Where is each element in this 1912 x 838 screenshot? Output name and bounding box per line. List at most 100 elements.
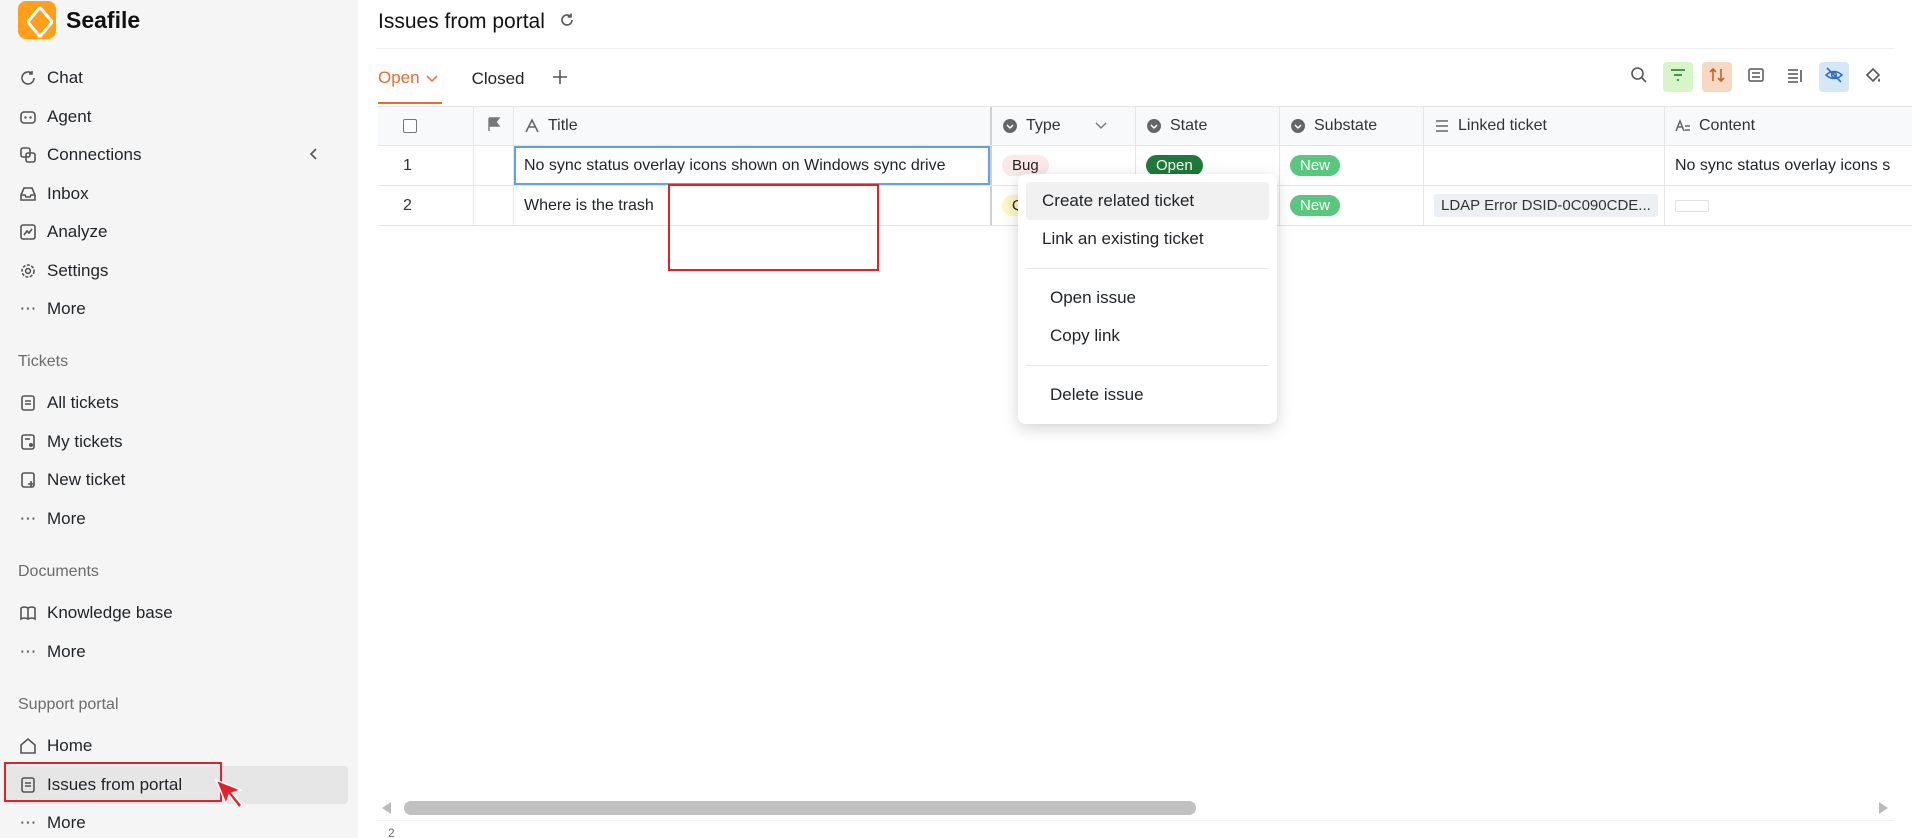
- sidebar-item-more[interactable]: ⋯ More: [18, 290, 348, 328]
- scroll-right-icon[interactable]: [1879, 802, 1888, 814]
- brand-name: Seafile: [66, 6, 141, 33]
- column-header-content[interactable]: Content: [1665, 107, 1912, 145]
- select-all-checkbox[interactable]: [403, 119, 417, 133]
- search-icon: [1630, 66, 1648, 89]
- sidebar-item-knowledge-base[interactable]: Knowledge base: [18, 594, 348, 632]
- refresh-icon[interactable]: [559, 10, 575, 34]
- search-button[interactable]: [1624, 62, 1654, 92]
- menu-item-link-existing-ticket[interactable]: Link an existing ticket: [1026, 220, 1269, 258]
- add-view-button[interactable]: [551, 62, 569, 104]
- sidebar-item-new-ticket[interactable]: New ticket: [18, 461, 348, 499]
- sidebar-item-documents-more[interactable]: ⋯ More: [18, 633, 348, 671]
- column-header-title[interactable]: Title: [514, 107, 992, 145]
- page-title-text: Issues from portal: [378, 10, 545, 33]
- sidebar-item-label: Connections: [47, 145, 142, 164]
- connections-icon: [18, 145, 38, 165]
- flag-column-header[interactable]: [474, 107, 514, 145]
- inbox-icon: [18, 184, 38, 204]
- state-tag: Open: [1146, 155, 1203, 176]
- sort-icon: [1708, 66, 1726, 89]
- menu-item-label: Copy link: [1050, 326, 1120, 345]
- filter-icon: [1669, 66, 1687, 89]
- sidebar-item-inbox[interactable]: Inbox: [18, 175, 348, 213]
- menu-item-delete-issue[interactable]: Delete issue: [1026, 376, 1269, 414]
- sidebar-item-label: Home: [47, 736, 93, 755]
- menu-item-label: Delete issue: [1050, 385, 1144, 404]
- group-button[interactable]: [1741, 62, 1771, 92]
- tab-label: Closed: [471, 69, 525, 88]
- sidebar-item-analyze[interactable]: Analyze: [18, 213, 348, 251]
- row-content-cell[interactable]: No sync status overlay icons s: [1665, 146, 1912, 185]
- sidebar-item-chat[interactable]: Chat: [18, 59, 348, 97]
- row-title-cell[interactable]: Where is the trash: [514, 186, 992, 225]
- row-number[interactable]: 2: [378, 186, 474, 225]
- single-select-icon: [1290, 118, 1306, 134]
- chevron-down-icon[interactable]: [1095, 117, 1107, 135]
- column-header-label: Title: [548, 117, 578, 134]
- robot-icon: [18, 107, 38, 127]
- scrollbar-thumb[interactable]: [404, 801, 1196, 815]
- chart-icon: [18, 222, 38, 242]
- app-window: Seafile Chat Agent Connections Inbox Ana…: [0, 0, 1912, 838]
- sidebar-item-all-tickets[interactable]: All tickets: [18, 384, 348, 422]
- column-header-label: State: [1170, 117, 1208, 134]
- row-linked-ticket-cell[interactable]: LDAP Error DSID-0C090CDE...: [1424, 186, 1665, 225]
- row-substate-cell[interactable]: New: [1280, 186, 1424, 225]
- section-label-tickets: Tickets: [18, 353, 69, 370]
- menu-divider: [1026, 365, 1269, 366]
- tab-open[interactable]: Open: [378, 62, 442, 104]
- column-header-label: Linked ticket: [1458, 117, 1547, 134]
- sidebar-item-label: Analyze: [47, 222, 108, 241]
- row-flag-cell[interactable]: [474, 146, 514, 185]
- group-icon: [1747, 66, 1765, 89]
- row-color-button[interactable]: [1858, 62, 1888, 92]
- sidebar-item-tickets-more[interactable]: ⋯ More: [18, 500, 348, 538]
- text-field-icon: [524, 118, 540, 134]
- more-icon: ⋯: [19, 813, 37, 832]
- hide-fields-button[interactable]: [1819, 62, 1849, 92]
- plus-icon: [551, 68, 569, 91]
- horizontal-scrollbar[interactable]: [382, 800, 1888, 816]
- record-count: 2: [388, 826, 395, 838]
- sidebar-item-connections[interactable]: Connections: [18, 136, 348, 174]
- row-number[interactable]: 1: [378, 146, 474, 185]
- single-select-icon: [1146, 118, 1162, 134]
- row-title-cell[interactable]: No sync status overlay icons shown on Wi…: [514, 146, 992, 185]
- row-substate-cell[interactable]: New: [1280, 146, 1424, 185]
- sidebar-item-settings[interactable]: Settings: [18, 252, 348, 290]
- page-title: Issues from portal: [378, 10, 575, 34]
- link-field-icon: [1434, 118, 1450, 134]
- main-panel: Issues from portal Open Closed Title Typ…: [358, 0, 1912, 838]
- sidebar: Seafile Chat Agent Connections Inbox Ana…: [0, 0, 358, 838]
- row-content-cell[interactable]: [1665, 186, 1912, 225]
- column-header-substate[interactable]: Substate: [1280, 107, 1424, 145]
- column-header-linked-ticket[interactable]: Linked ticket: [1424, 107, 1665, 145]
- sidebar-item-home[interactable]: Home: [18, 727, 348, 765]
- long-text-icon: [1675, 118, 1691, 134]
- section-label-documents: Documents: [18, 563, 99, 580]
- sidebar-item-label: All tickets: [47, 393, 119, 412]
- sort-button[interactable]: [1702, 62, 1732, 92]
- brand[interactable]: Seafile: [18, 1, 140, 39]
- column-header-type[interactable]: Type: [992, 107, 1136, 145]
- column-header-label: Substate: [1314, 117, 1378, 134]
- sidebar-item-label: More: [47, 813, 86, 832]
- menu-item-create-related-ticket[interactable]: Create related ticket: [1026, 182, 1269, 220]
- sidebar-item-my-tickets[interactable]: My tickets: [18, 423, 348, 461]
- linked-ticket-chip[interactable]: LDAP Error DSID-0C090CDE...: [1434, 194, 1658, 217]
- tab-closed[interactable]: Closed: [472, 62, 525, 104]
- row-height-button[interactable]: [1780, 62, 1810, 92]
- filter-button[interactable]: [1663, 62, 1693, 92]
- menu-item-open-issue[interactable]: Open issue: [1026, 279, 1269, 317]
- scroll-left-icon[interactable]: [382, 802, 391, 814]
- sidebar-item-portal-more[interactable]: ⋯ More: [18, 804, 348, 838]
- menu-item-copy-link[interactable]: Copy link: [1026, 317, 1269, 355]
- column-header-state[interactable]: State: [1136, 107, 1280, 145]
- sidebar-item-issues-from-portal[interactable]: Issues from portal: [6, 766, 348, 804]
- row-linked-ticket-cell[interactable]: [1424, 146, 1665, 185]
- sidebar-item-agent[interactable]: Agent: [18, 98, 348, 136]
- chevron-left-icon[interactable]: [308, 146, 320, 166]
- title-divider: [376, 48, 1894, 49]
- menu-item-label: Create related ticket: [1042, 191, 1195, 210]
- row-flag-cell[interactable]: [474, 186, 514, 225]
